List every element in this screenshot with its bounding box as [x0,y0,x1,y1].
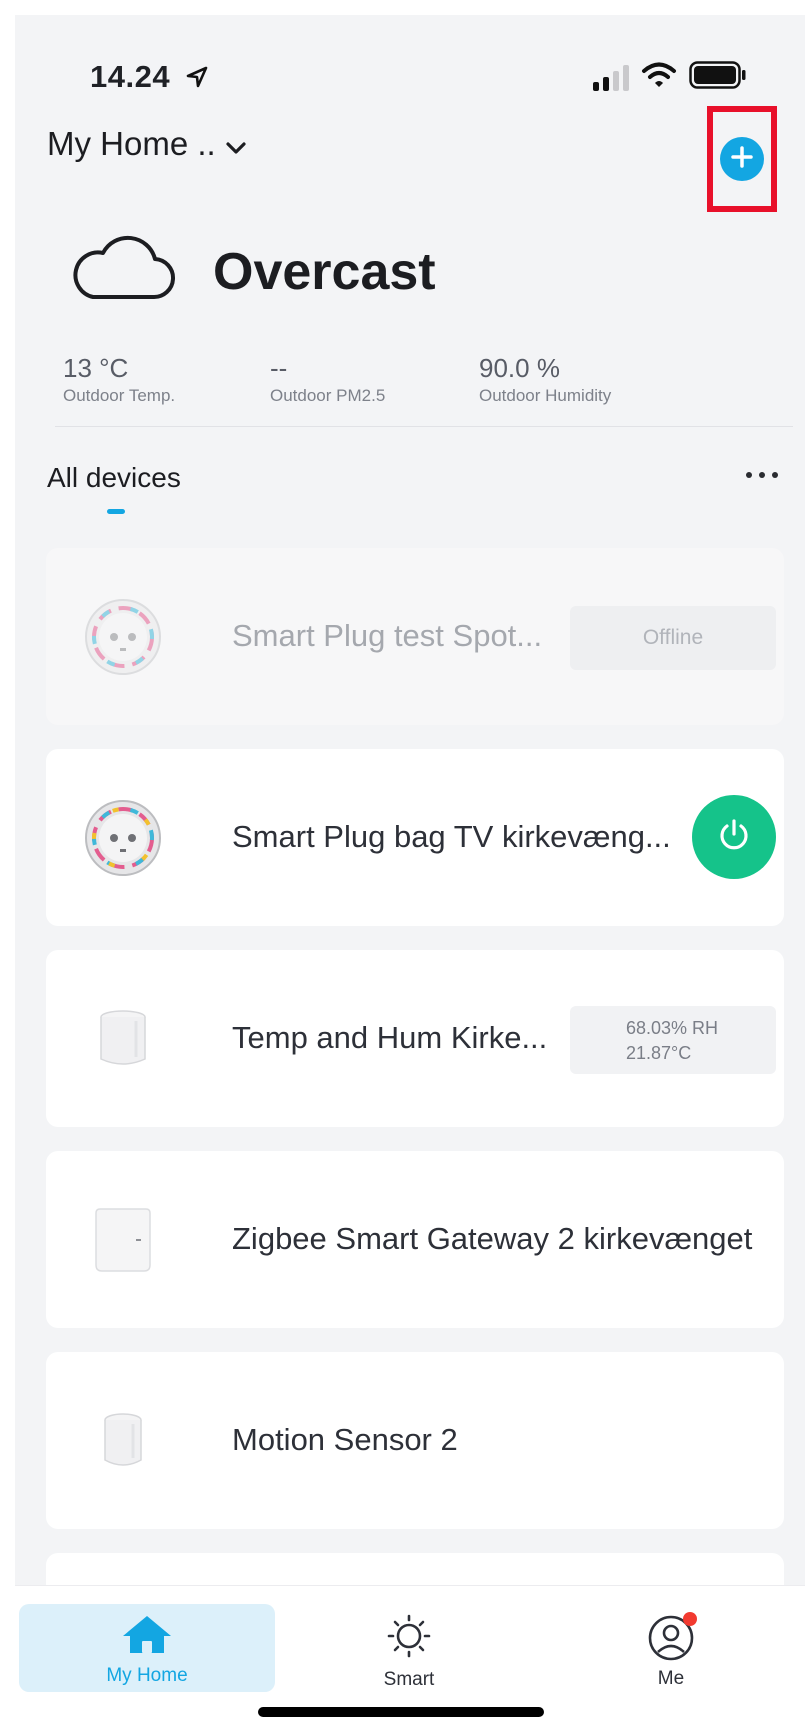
wifi-icon [641,61,677,94]
tab-bar: My Home Smart Me [15,1585,805,1725]
sun-icon [386,1614,432,1663]
home-name: My Home .. [47,125,216,162]
power-toggle-button[interactable] [692,795,776,879]
device-name: Smart Plug test Spot... [232,618,543,653]
location-arrow-icon [185,61,209,97]
humidity-reading: 68.03% RH [626,1018,719,1038]
screen: 14.24 My Home .. Overcast 13 °C Outdoor … [15,15,805,1725]
more-options-icon[interactable] [746,472,778,478]
status-time: 14.24 [90,59,209,97]
device-card[interactable]: Smart Plug bag TV kirkevæng... [46,749,784,926]
stat-label: Outdoor Temp. [63,386,176,405]
status-time-text: 14.24 [90,59,171,94]
stat-value: 13 °C [63,353,129,383]
temperature-reading: 21.87°C [626,1043,692,1063]
smart-plug-icon [84,799,162,877]
home-indicator [258,1707,544,1717]
home-selector[interactable]: My Home .. [47,125,246,163]
offline-status: Offline [570,606,776,670]
stat-outdoor-pm25: -- Outdoor PM2.5 [270,353,385,406]
device-name: Motion Sensor 2 [232,1422,458,1457]
gateway-icon [84,1201,162,1279]
smart-plug-icon [84,598,162,676]
divider [55,426,793,427]
sensor-readings: 68.03% RH 21.87°C [570,1006,776,1074]
tab-my-home[interactable]: My Home [19,1604,275,1692]
notification-badge [683,1612,697,1626]
stat-label: Outdoor PM2.5 [270,386,386,405]
tab-label: Smart [383,1669,435,1690]
weather-condition: Overcast [213,243,436,301]
battery-icon [689,61,747,94]
temp-sensor-icon [84,1000,162,1078]
home-icon [121,1614,173,1659]
tab-indicator [107,509,125,514]
tab-all-devices[interactable]: All devices [47,462,181,494]
user-icon [647,1612,697,1662]
tab-label: Me [657,1668,685,1689]
tab-label: My Home [106,1665,188,1686]
cloud-icon [69,233,177,306]
tab-me[interactable]: Me [543,1604,799,1692]
add-device-button[interactable] [720,137,764,181]
device-name: Smart Plug bag TV kirkevæng... [232,819,671,854]
device-name: Zigbee Smart Gateway 2 kirkevænget [232,1221,753,1256]
status-icons [593,61,747,94]
stat-value: 90.0 % [479,353,560,383]
device-card[interactable]: Motion Sensor 2 [46,1352,784,1529]
cellular-signal-icon [593,64,629,91]
device-card[interactable]: Zigbee Smart Gateway 2 kirkevænget [46,1151,784,1328]
stat-label: Outdoor Humidity [479,386,612,405]
device-card[interactable]: Temp and Hum Kirke... 68.03% RH 21.87°C [46,950,784,1127]
stat-value: -- [270,353,288,383]
add-device-highlight [707,106,777,212]
device-name: Temp and Hum Kirke... [232,1020,548,1055]
stat-outdoor-temp: 13 °C Outdoor Temp. [63,353,175,406]
chevron-down-icon [226,125,246,163]
tab-smart[interactable]: Smart [281,1604,537,1692]
stat-outdoor-humidity: 90.0 % Outdoor Humidity [479,353,611,406]
power-icon [714,815,754,860]
device-card[interactable]: Smart Plug test Spot... Offline [46,548,784,725]
motion-sensor-icon [84,1402,162,1480]
add-circle-icon [729,144,755,175]
